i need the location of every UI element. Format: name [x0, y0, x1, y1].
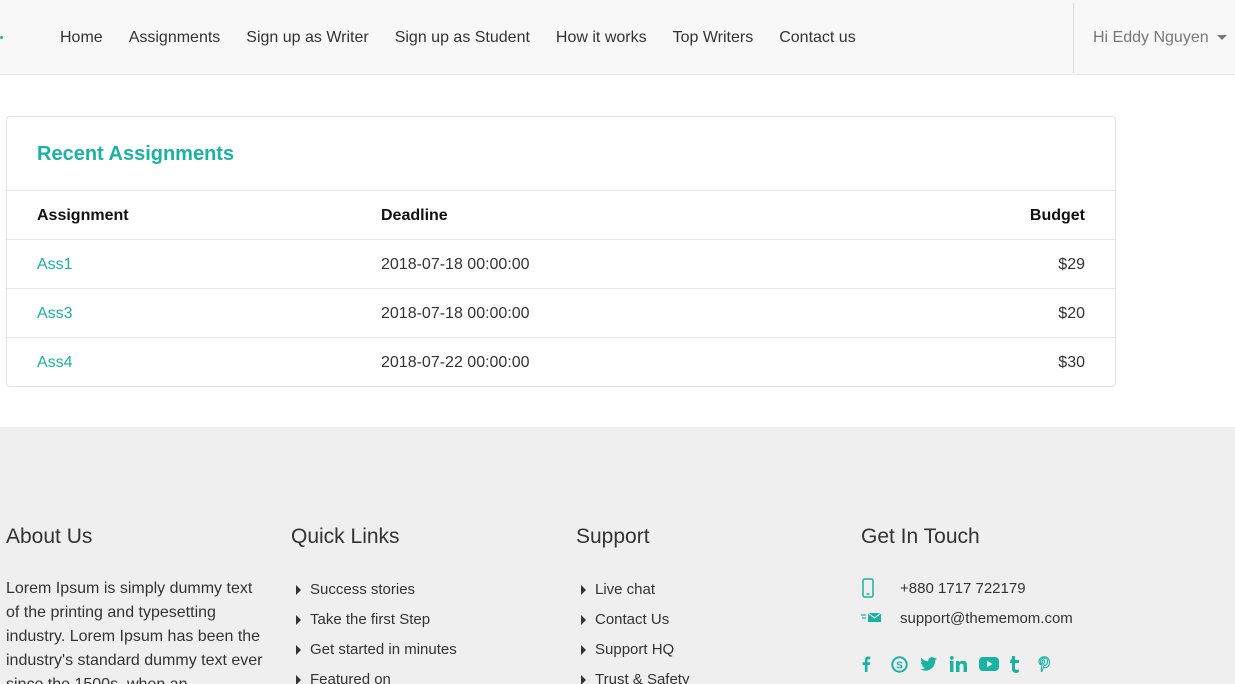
footer-contact-title: Get In Touch [861, 525, 980, 548]
top-navbar: Home Assignments Sign up as Writer Sign … [0, 0, 1235, 75]
caret-right-icon [296, 645, 301, 655]
email-icon [861, 612, 882, 622]
list-item[interactable]: Featured on [296, 671, 457, 684]
list-item-label: Take the first Step [310, 611, 431, 628]
nav-links: Home Assignments Sign up as Writer Sign … [47, 0, 869, 75]
support-list: Live chat Contact Us Support HQ Trust & … [581, 581, 689, 684]
table-row: Ass1 2018-07-18 00:00:00 $29 [7, 240, 1115, 289]
column-header-deadline: Deadline [381, 207, 448, 224]
caret-right-icon [581, 645, 586, 655]
panel-title: Recent Assignments [37, 143, 235, 165]
nav-link-top-writers[interactable]: Top Writers [660, 29, 767, 47]
nav-link-assignments[interactable]: Assignments [116, 29, 234, 47]
caret-down-icon [1216, 35, 1227, 40]
caret-right-icon [581, 615, 586, 625]
contact-phone-text: +880 1717 722179 [900, 579, 1026, 597]
list-item[interactable]: Get started in minutes [296, 641, 457, 671]
list-item[interactable]: Contact Us [581, 611, 689, 641]
footer-about: About Us Lorem Ipsum is simply dummy tex… [6, 525, 263, 684]
budget-cell: $30 [1058, 354, 1085, 371]
list-item[interactable]: Live chat [581, 581, 689, 611]
assignment-link[interactable]: Ass1 [37, 240, 73, 289]
deadline-cell: 2018-07-18 00:00:00 [381, 256, 530, 273]
table-row: Ass3 2018-07-18 00:00:00 $20 [7, 289, 1115, 338]
site-footer: About Us Lorem Ipsum is simply dummy tex… [0, 427, 1235, 684]
list-item-label: Trust & Safety [595, 671, 690, 684]
caret-right-icon [581, 675, 586, 684]
list-item-label: Success stories [310, 581, 416, 598]
contact-email-text[interactable]: support@thememom.com [900, 610, 1073, 627]
user-greeting: Hi Eddy Nguyen [1093, 28, 1209, 46]
nav-link-how-it-works[interactable]: How it works [543, 29, 660, 47]
nav-link-home[interactable]: Home [47, 29, 116, 47]
assignments-table: Assignment Deadline Budget Ass1 2018-07-… [7, 191, 1115, 387]
skype-icon[interactable]: S [890, 653, 921, 675]
assignment-link[interactable]: Ass4 [37, 338, 73, 387]
deadline-cell: 2018-07-18 00:00:00 [381, 305, 530, 322]
footer-quick-links-title: Quick Links [291, 525, 400, 548]
caret-right-icon [296, 585, 301, 595]
footer-quick-links: Quick Links [291, 525, 400, 549]
table-row: Ass4 2018-07-22 00:00:00 $30 [7, 338, 1115, 387]
list-item-label: Get started in minutes [310, 641, 457, 658]
footer-about-title: About Us [6, 525, 93, 548]
nav-divider [1073, 3, 1074, 73]
caret-right-icon [581, 585, 586, 595]
list-item[interactable]: Success stories [296, 581, 457, 611]
budget-cell: $20 [1058, 305, 1085, 322]
tumblr-icon[interactable] [1009, 653, 1039, 675]
column-header-assignment: Assignment [37, 207, 129, 224]
nav-link-sign-up-student[interactable]: Sign up as Student [382, 29, 543, 47]
brand-logo-fragment[interactable] [0, 36, 3, 39]
linkedin-icon[interactable] [949, 653, 980, 675]
caret-right-icon [296, 615, 301, 625]
budget-cell: $29 [1058, 256, 1085, 273]
recent-assignments-panel: Recent Assignments Assignment Deadline B… [6, 116, 1116, 387]
list-item[interactable]: Trust & Safety [581, 671, 689, 684]
deadline-cell: 2018-07-22 00:00:00 [381, 354, 530, 371]
table-header-row: Assignment Deadline Budget [7, 191, 1115, 240]
svg-text:S: S [896, 660, 903, 671]
column-header-budget: Budget [1029, 207, 1085, 224]
assignment-link[interactable]: Ass3 [37, 289, 73, 338]
list-item-label: Live chat [595, 581, 656, 598]
nav-link-contact-us[interactable]: Contact us [766, 29, 868, 47]
footer-support: Support [576, 525, 650, 549]
list-item[interactable]: Support HQ [581, 641, 689, 671]
nav-link-sign-up-writer[interactable]: Sign up as Writer [233, 29, 381, 47]
quick-links-list: Success stories Take the first Step Get … [296, 581, 457, 684]
phone-icon [862, 578, 874, 598]
youtube-icon[interactable] [979, 653, 1009, 675]
footer-about-text: Lorem Ipsum is simply dummy text of the … [6, 580, 263, 684]
twitter-icon[interactable] [920, 653, 950, 675]
facebook-icon[interactable] [861, 653, 891, 675]
social-links: S [861, 653, 1068, 675]
caret-right-icon [296, 675, 301, 684]
footer-contact: Get In Touch [861, 525, 980, 549]
list-item-label: Support HQ [595, 641, 675, 658]
list-item-label: Contact Us [595, 611, 670, 628]
list-item[interactable]: Take the first Step [296, 611, 457, 641]
list-item-label: Featured on [310, 671, 391, 684]
footer-support-title: Support [576, 525, 650, 548]
pinterest-icon[interactable] [1038, 653, 1068, 675]
user-menu-dropdown[interactable]: Hi Eddy Nguyen [1093, 0, 1227, 75]
